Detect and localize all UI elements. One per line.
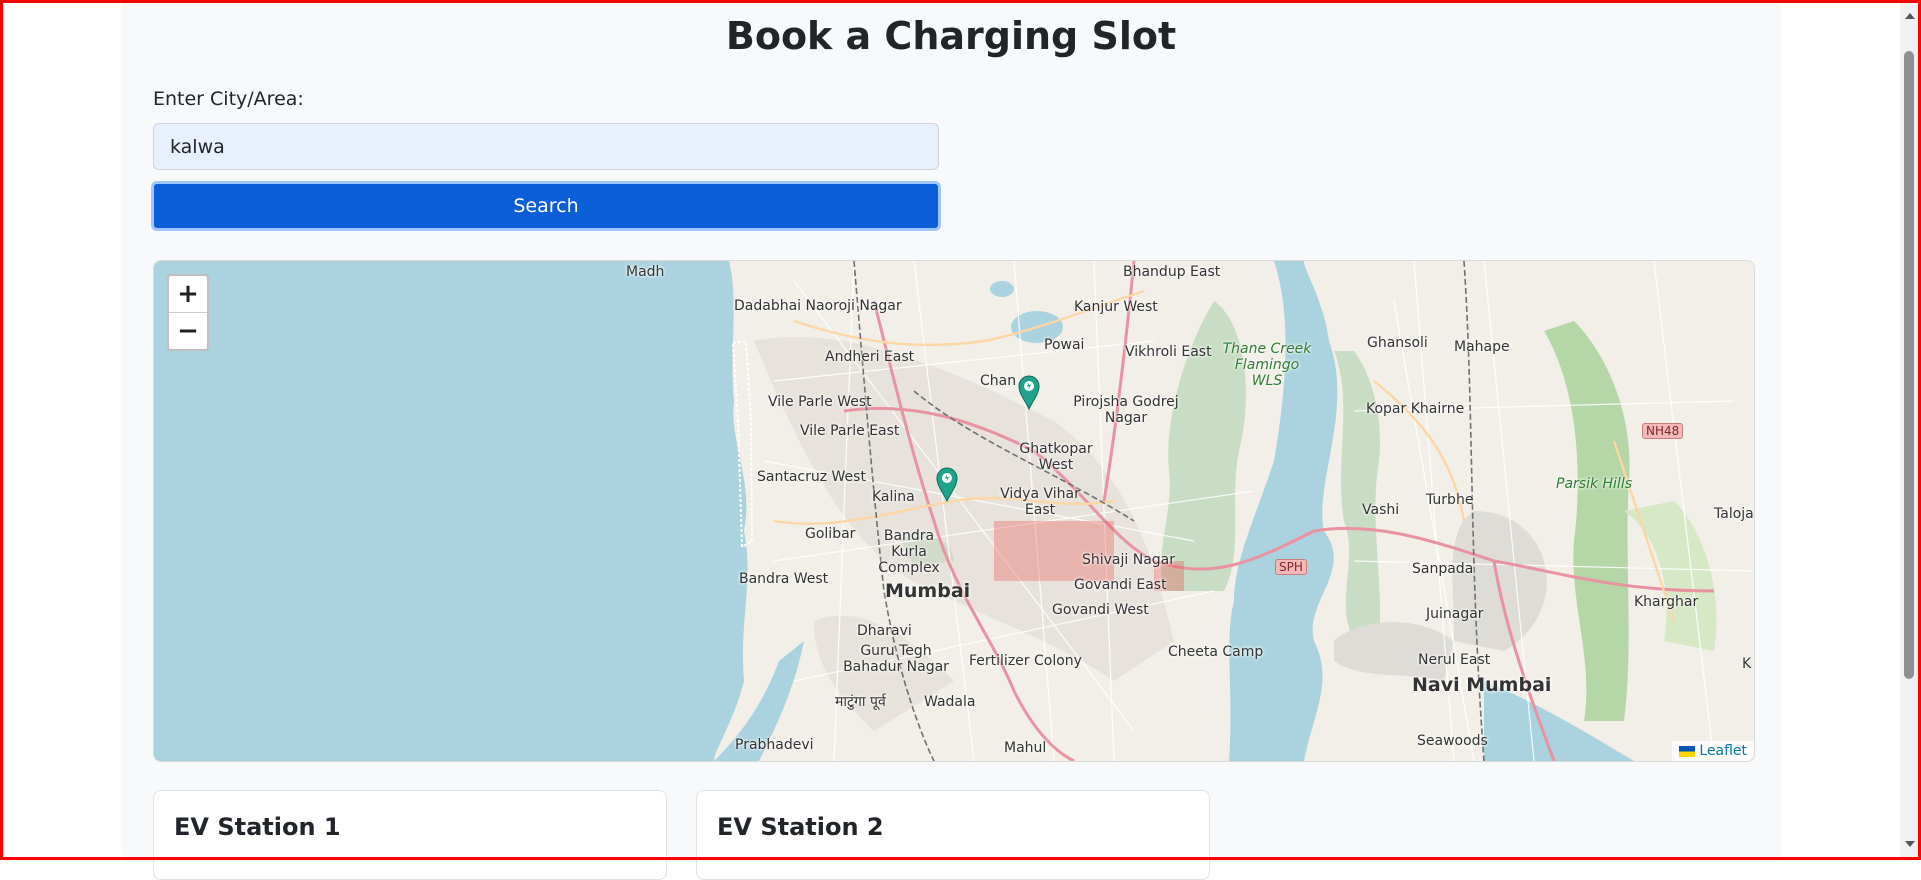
station-card[interactable]: EV Station 2: [696, 790, 1210, 880]
map-view[interactable]: + − Madh Dadabhai Naoroji Nagar Andheri …: [153, 260, 1755, 762]
map-place-label: Govandi East: [1074, 577, 1167, 593]
page-title: Book a Charging Slot: [725, 14, 1177, 58]
map-place-label: Taloja: [1714, 506, 1754, 522]
map-place-label: Chan: [980, 373, 1017, 389]
highway-shield: SPH: [1275, 559, 1307, 575]
map-place-label: Kopar Khairne: [1366, 401, 1465, 417]
scroll-up-arrow-icon[interactable]: [1905, 13, 1915, 19]
map-place-label: Sanpada: [1412, 561, 1474, 577]
map-place-label: Vile Parle West: [768, 394, 872, 410]
map-place-label: Parsik Hills: [1556, 476, 1633, 492]
station-card-title: EV Station 1: [174, 813, 341, 841]
search-button[interactable]: Search: [151, 181, 941, 231]
map-place-label: Andheri East: [825, 349, 915, 365]
map-place-label: Govandi West: [1052, 602, 1149, 618]
map-attribution[interactable]: Leaflet: [1672, 741, 1754, 761]
city-search-input[interactable]: [153, 123, 939, 170]
map-place-label: Shivaji Nagar: [1082, 552, 1176, 568]
map-place-label: Vidya Vihar East: [1000, 486, 1080, 518]
map-place-label: Guru Tegh Bahadur Nagar: [843, 643, 949, 675]
map-place-label: Bandra West: [739, 571, 829, 587]
map-place-label: Mahul: [1004, 740, 1047, 756]
station-marker-1[interactable]: [1017, 374, 1041, 410]
map-place-label: Vikhroli East: [1125, 344, 1212, 360]
map-place-label: Golibar: [805, 526, 856, 542]
map-city-label: Mumbai: [885, 580, 971, 602]
map-place-label: Kharghar: [1634, 594, 1699, 610]
map-place-label: Juinagar: [1426, 606, 1484, 622]
map-place-label: Ghatkopar West: [1019, 441, 1093, 473]
scroll-down-arrow-icon[interactable]: [1905, 841, 1915, 847]
station-marker-2[interactable]: [935, 466, 959, 502]
map-place-label: Mahape: [1454, 339, 1510, 355]
map-place-label: Seawoods: [1417, 733, 1488, 749]
map-place-label: Ghansoli: [1367, 335, 1428, 351]
map-place-label: K: [1742, 656, 1752, 672]
leaflet-link[interactable]: Leaflet: [1699, 743, 1747, 759]
station-card-title: EV Station 2: [717, 813, 884, 841]
map-place-label: Pirojsha Godrej Nagar: [1073, 394, 1179, 426]
scrollbar-thumb[interactable]: [1904, 51, 1914, 679]
map-place-label: Fertilizer Colony: [969, 653, 1082, 669]
map-place-label: Bhandup East: [1123, 264, 1221, 280]
map-place-label: Vile Parle East: [800, 423, 900, 439]
map-place-label: Wadala: [924, 694, 976, 710]
map-place-label: Kalina: [872, 489, 915, 505]
map-place-label: Bandra Kurla Complex: [878, 528, 940, 576]
search-label: Enter City/Area:: [153, 88, 304, 110]
map-place-label: Thane Creek Flamingo WLS: [1222, 341, 1312, 389]
page-scrollbar[interactable]: [1900, 3, 1918, 857]
map-place-label: Madh: [626, 264, 665, 280]
map-place-label: Kanjur West: [1074, 299, 1158, 315]
zoom-controls: + −: [167, 274, 209, 351]
map-place-label: Cheeta Camp: [1168, 644, 1264, 660]
map-place-label: Vashi: [1362, 502, 1400, 518]
page-container: Book a Charging Slot Enter City/Area: Se…: [124, 0, 1778, 880]
ukraine-flag-icon: [1679, 745, 1696, 757]
zoom-in-button[interactable]: +: [169, 276, 207, 312]
map-place-label: Turbhe: [1426, 492, 1474, 508]
map-place-label: Nerul East: [1418, 652, 1491, 668]
map-city-label: Navi Mumbai: [1412, 674, 1552, 696]
map-place-label: माटुंगा पूर्व: [835, 694, 886, 710]
map-place-label: Powai: [1044, 337, 1085, 353]
map-place-label: Dharavi: [857, 623, 912, 639]
map-place-label: Dadabhai Naoroji Nagar: [734, 298, 902, 314]
map-place-label: Santacruz West: [757, 469, 866, 485]
map-place-label: Prabhadevi: [735, 737, 814, 753]
station-card[interactable]: EV Station 1: [153, 790, 667, 880]
highway-shield: NH48: [1642, 423, 1684, 439]
zoom-out-button[interactable]: −: [169, 312, 207, 349]
